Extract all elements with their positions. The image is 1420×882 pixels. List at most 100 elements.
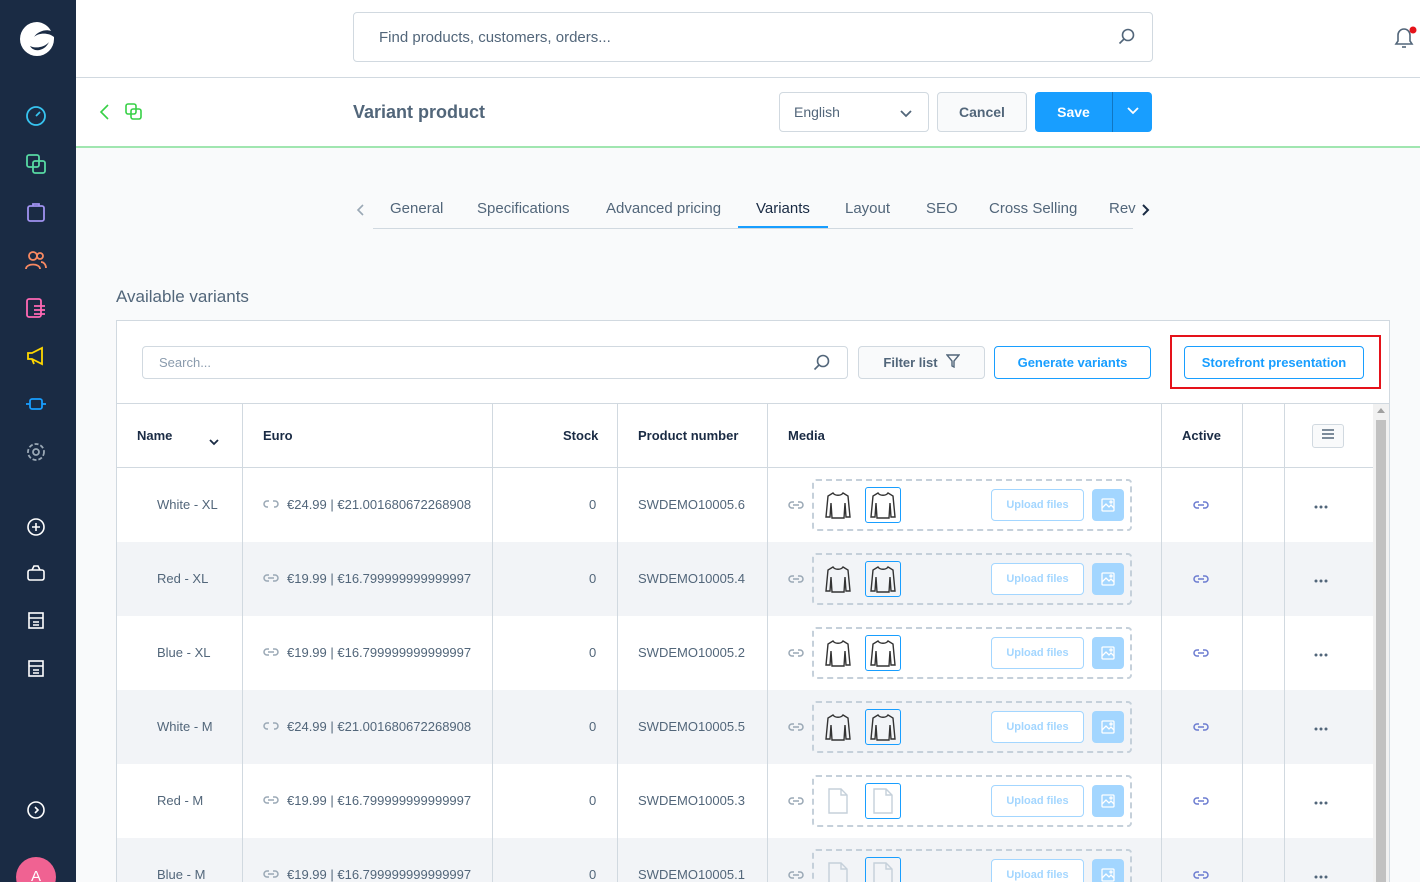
headless-icon[interactable] — [24, 656, 48, 680]
media-upload-area[interactable]: Upload files — [812, 627, 1132, 679]
media-upload-area[interactable]: Upload files — [812, 553, 1132, 605]
active-inheritance-link-icon[interactable] — [1193, 571, 1209, 589]
column-header-euro[interactable]: Euro — [263, 404, 293, 468]
user-avatar[interactable]: A — [16, 857, 56, 882]
tab-seo[interactable]: SEO — [926, 200, 958, 217]
shirt-thumbnail-icon[interactable] — [865, 561, 901, 597]
extensions-icon[interactable] — [24, 392, 48, 416]
table-row[interactable]: Blue - XL €19.99 | €16.799999999999997 0 SW… — [117, 616, 1373, 690]
tabs-scroll-right-icon[interactable] — [1140, 202, 1152, 223]
media-inheritance-link-icon[interactable] — [788, 645, 804, 663]
inheritance-link-icon[interactable] — [263, 764, 279, 838]
media-library-image-icon[interactable] — [1092, 785, 1124, 817]
row-actions-more-icon[interactable] — [1314, 570, 1328, 588]
add-sales-channel-icon[interactable] — [24, 515, 48, 539]
media-upload-area[interactable]: Upload files — [812, 479, 1132, 531]
column-settings-button[interactable] — [1312, 424, 1344, 448]
row-actions-more-icon[interactable] — [1314, 718, 1328, 736]
variant-name[interactable]: White - XL — [157, 468, 218, 542]
variant-search-input[interactable] — [143, 347, 803, 378]
column-header-stock[interactable]: Stock — [563, 404, 598, 468]
grid-scrollbar[interactable] — [1373, 404, 1389, 882]
catalog-icon[interactable] — [24, 152, 48, 176]
cancel-button[interactable]: Cancel — [937, 92, 1027, 132]
upload-files-button[interactable]: Upload files — [991, 859, 1084, 882]
media-inheritance-link-icon[interactable] — [788, 867, 804, 882]
table-row[interactable]: White - M €24.99 | €21.001680672268908 0 SW… — [117, 690, 1373, 764]
media-inheritance-link-icon[interactable] — [788, 719, 804, 737]
shirt-thumbnail-icon[interactable] — [820, 635, 856, 671]
row-actions-more-icon[interactable] — [1314, 792, 1328, 810]
sort-chevron-down-icon[interactable] — [209, 433, 219, 451]
tabs-scroll-left-icon[interactable] — [354, 202, 366, 223]
generate-variants-button[interactable]: Generate variants — [994, 346, 1151, 379]
table-row[interactable]: Blue - M €19.99 | €16.799999999999997 0 SWD… — [117, 838, 1373, 882]
global-search-input[interactable] — [354, 13, 1094, 61]
help-icon[interactable] — [24, 798, 48, 822]
media-inheritance-link-icon[interactable] — [788, 571, 804, 589]
upload-files-button[interactable]: Upload files — [991, 711, 1084, 743]
search-icon[interactable] — [1118, 28, 1136, 51]
scroll-up-arrow-icon[interactable] — [1377, 408, 1385, 413]
table-row[interactable]: White - XL €24.99 | €21.001680672268908 0 S… — [117, 468, 1373, 542]
content-icon[interactable] — [24, 296, 48, 320]
storefront-icon[interactable] — [24, 608, 48, 632]
settings-icon[interactable] — [24, 440, 48, 464]
active-inheritance-link-icon[interactable] — [1193, 719, 1209, 737]
row-actions-more-icon[interactable] — [1314, 496, 1328, 514]
column-header-product-number[interactable]: Product number — [638, 404, 738, 468]
table-row[interactable]: Red - M €19.99 | €16.799999999999997 0 SWDE… — [117, 764, 1373, 838]
sales-channel-icon[interactable] — [24, 561, 48, 585]
active-inheritance-link-icon[interactable] — [1193, 793, 1209, 811]
media-library-image-icon[interactable] — [1092, 489, 1124, 521]
inheritance-link-icon[interactable] — [263, 838, 279, 882]
shirt-thumbnail-icon[interactable] — [865, 635, 901, 671]
media-library-image-icon[interactable] — [1092, 859, 1124, 882]
row-actions-more-icon[interactable] — [1314, 866, 1328, 882]
row-actions-more-icon[interactable] — [1314, 644, 1328, 662]
tab-variants[interactable]: Variants — [756, 200, 810, 217]
dashboard-icon[interactable] — [24, 104, 48, 128]
media-inheritance-link-icon[interactable] — [788, 793, 804, 811]
active-inheritance-link-icon[interactable] — [1193, 645, 1209, 663]
table-row[interactable]: Red - XL €19.99 | €16.799999999999997 0 SWD… — [117, 542, 1373, 616]
back-chevron-icon[interactable] — [98, 103, 110, 126]
inheritance-unlinked-icon[interactable] — [263, 690, 279, 764]
shirt-thumbnail-icon[interactable] — [820, 487, 856, 523]
upload-files-button[interactable]: Upload files — [991, 489, 1084, 521]
variant-name[interactable]: Blue - XL — [157, 616, 210, 690]
storefront-presentation-button[interactable]: Storefront presentation — [1184, 346, 1364, 379]
notification-bell-icon[interactable] — [1392, 26, 1418, 55]
shirt-thumbnail-icon[interactable] — [820, 709, 856, 745]
column-header-active[interactable]: Active — [1182, 404, 1221, 468]
file-placeholder-icon[interactable] — [865, 857, 901, 882]
tab-general[interactable]: General — [390, 200, 443, 217]
inheritance-unlinked-icon[interactable] — [263, 468, 279, 542]
upload-files-button[interactable]: Upload files — [991, 563, 1084, 595]
filter-list-button[interactable]: Filter list — [858, 346, 985, 379]
language-select[interactable]: English — [779, 92, 929, 132]
shopware-logo-icon[interactable] — [18, 20, 56, 58]
scrollbar-thumb[interactable] — [1376, 420, 1386, 882]
media-inheritance-link-icon[interactable] — [788, 497, 804, 515]
tab-reviews[interactable]: Rev — [1109, 200, 1136, 217]
media-library-image-icon[interactable] — [1092, 711, 1124, 743]
active-inheritance-link-icon[interactable] — [1193, 867, 1209, 882]
column-header-name[interactable]: Name — [137, 404, 172, 468]
variant-name[interactable]: White - M — [157, 690, 213, 764]
tab-specifications[interactable]: Specifications — [477, 200, 570, 217]
variant-name[interactable]: Red - M — [157, 764, 203, 838]
orders-icon[interactable] — [24, 200, 48, 224]
shirt-thumbnail-icon[interactable] — [820, 561, 856, 597]
shirt-thumbnail-icon[interactable] — [865, 709, 901, 745]
media-upload-area[interactable]: Upload files — [812, 849, 1132, 882]
active-inheritance-link-icon[interactable] — [1193, 497, 1209, 515]
tab-advanced-pricing[interactable]: Advanced pricing — [606, 200, 721, 217]
save-button[interactable]: Save — [1035, 92, 1112, 132]
upload-files-button[interactable]: Upload files — [991, 637, 1084, 669]
column-header-media[interactable]: Media — [788, 404, 825, 468]
inheritance-link-icon[interactable] — [263, 616, 279, 690]
file-placeholder-icon[interactable] — [820, 857, 856, 882]
customers-icon[interactable] — [24, 248, 48, 272]
inheritance-link-icon[interactable] — [263, 542, 279, 616]
